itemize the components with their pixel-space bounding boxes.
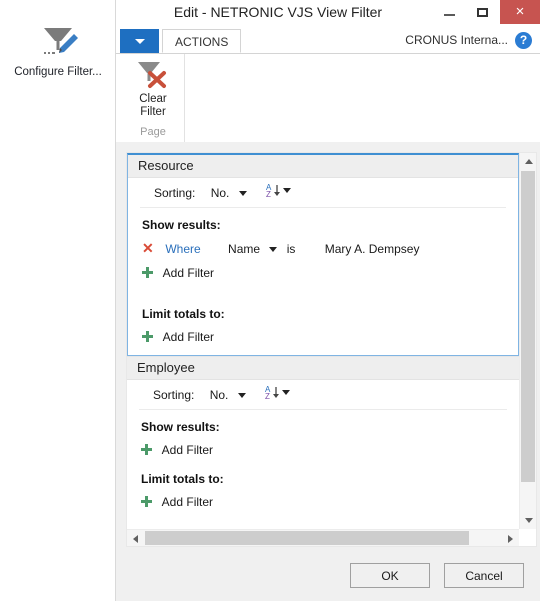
where-link[interactable]: Where <box>165 240 200 258</box>
configure-filter-icon <box>8 22 108 62</box>
filter-pane-resource[interactable]: Resource Sorting: No. A Z Show results: … <box>127 153 519 356</box>
clear-filter-icon <box>122 59 184 93</box>
filter-operator: is <box>286 242 296 256</box>
filter-panes: Resource Sorting: No. A Z Show results: … <box>127 153 519 529</box>
ribbon-tab-strip: ACTIONS CRONUS Interna... ? <box>116 28 540 54</box>
filter-field-dropdown[interactable]: Name <box>228 240 278 258</box>
content-area: Resource Sorting: No. A Z Show results: … <box>116 142 540 550</box>
chevron-down-icon <box>237 393 246 399</box>
add-filter-show-results-resource[interactable]: Add Filter <box>128 261 518 285</box>
cancel-button[interactable]: Cancel <box>444 563 524 588</box>
filter-pane-employee[interactable]: Employee Sorting: No. A Z Show results: … <box>127 356 519 520</box>
sorting-field-dropdown[interactable]: No. <box>210 380 246 410</box>
limit-totals-label-employee: Limit totals to: <box>141 472 224 486</box>
sorting-label: Sorting: <box>153 388 195 402</box>
chevron-down-icon <box>525 518 533 523</box>
horizontal-scrollbar-thumb[interactable] <box>145 531 469 545</box>
pane-title-employee: Employee <box>127 357 519 380</box>
svg-text:Z: Z <box>265 392 270 400</box>
desktop-icon-label: Configure Filter... <box>14 66 102 78</box>
maximize-icon <box>477 8 488 17</box>
sorting-row-employee: Sorting: No. A Z <box>139 380 507 410</box>
pane-body-employee: Sorting: No. A Z Show results: Add Filte… <box>127 380 519 520</box>
filter-field-value: Name <box>228 242 261 256</box>
clear-filter-label-line1: Clear <box>139 93 167 105</box>
add-filter-label: Add Filter <box>162 330 215 344</box>
sort-az-icon: A Z <box>266 183 292 199</box>
scroll-right-button[interactable] <box>502 530 519 546</box>
scroll-up-button[interactable] <box>520 153 536 170</box>
desktop-icon-configure-filter[interactable]: Configure Filter... <box>8 22 108 79</box>
sorting-row-resource: Sorting: No. A Z <box>140 178 506 208</box>
vertical-scrollbar[interactable] <box>519 153 536 529</box>
minimize-icon <box>444 14 455 16</box>
dialog-window: Edit - NETRONIC VJS View Filter × ACTION… <box>115 0 540 601</box>
ribbon-dropdown-button[interactable] <box>120 29 159 53</box>
minimize-button[interactable] <box>432 0 466 24</box>
ok-button[interactable]: OK <box>350 563 430 588</box>
filter-row[interactable]: ✕ Where Name is Mary A. Dempsey <box>128 236 518 261</box>
plus-icon <box>141 444 152 455</box>
filter-scroll-area: Resource Sorting: No. A Z Show results: … <box>126 152 537 547</box>
ribbon-group-page: Clear Filter Page <box>122 54 185 142</box>
sort-az-button[interactable]: A Z <box>265 381 291 411</box>
clear-filter-label-line2: Filter <box>140 106 166 118</box>
company-label: CRONUS Interna... <box>405 33 508 47</box>
remove-filter-icon[interactable]: ✕ <box>142 239 156 257</box>
sort-az-icon: A Z <box>265 385 291 401</box>
scroll-left-button[interactable] <box>127 530 144 546</box>
add-filter-label: Add Filter <box>161 495 214 509</box>
show-results-label-resource: Show results: <box>142 218 221 232</box>
sort-az-button[interactable]: A Z <box>266 179 292 209</box>
chevron-up-icon <box>525 159 533 164</box>
plus-icon <box>141 496 152 507</box>
add-filter-label: Add Filter <box>161 443 214 457</box>
chevron-down-icon <box>238 191 247 197</box>
horizontal-scrollbar[interactable] <box>127 529 519 546</box>
plus-icon <box>142 331 153 342</box>
show-results-label-employee: Show results: <box>141 420 220 434</box>
sorting-field-dropdown[interactable]: No. <box>211 178 247 208</box>
scroll-down-button[interactable] <box>520 512 536 529</box>
sorting-field-value: No. <box>209 388 229 402</box>
ribbon-group-title: Page <box>140 126 166 138</box>
maximize-button[interactable] <box>466 0 500 24</box>
limit-totals-label-resource: Limit totals to: <box>142 307 225 321</box>
close-icon: × <box>515 3 525 20</box>
chevron-down-icon <box>135 39 145 44</box>
filter-value-input[interactable]: Mary A. Dempsey <box>325 240 420 258</box>
tab-actions[interactable]: ACTIONS <box>162 29 242 53</box>
chevron-down-icon <box>269 247 278 253</box>
chevron-left-icon <box>133 535 138 543</box>
chevron-right-icon <box>508 535 513 543</box>
desktop-background: Configure Filter... <box>0 0 115 601</box>
add-filter-show-results-employee[interactable]: Add Filter <box>127 438 519 462</box>
add-filter-limit-totals-resource[interactable]: Add Filter <box>128 325 518 349</box>
vertical-scrollbar-thumb[interactable] <box>521 171 535 482</box>
clear-filter-button[interactable]: Clear Filter <box>122 54 184 119</box>
svg-text:Z: Z <box>266 190 271 198</box>
plus-icon <box>142 267 153 278</box>
pane-title-resource: Resource <box>128 155 518 178</box>
close-button[interactable]: × <box>500 0 540 24</box>
add-filter-label: Add Filter <box>162 266 215 280</box>
help-icon[interactable]: ? <box>515 32 532 49</box>
add-filter-limit-totals-employee[interactable]: Add Filter <box>127 490 519 514</box>
dialog-footer: OK Cancel <box>116 550 540 601</box>
ribbon: Clear Filter Page <box>116 54 540 143</box>
sorting-label: Sorting: <box>154 186 196 200</box>
pane-body-resource: Sorting: No. A Z Show results: ✕ Where N… <box>128 178 518 355</box>
sorting-field-value: No. <box>210 186 230 200</box>
title-bar: Edit - NETRONIC VJS View Filter × <box>116 0 540 28</box>
